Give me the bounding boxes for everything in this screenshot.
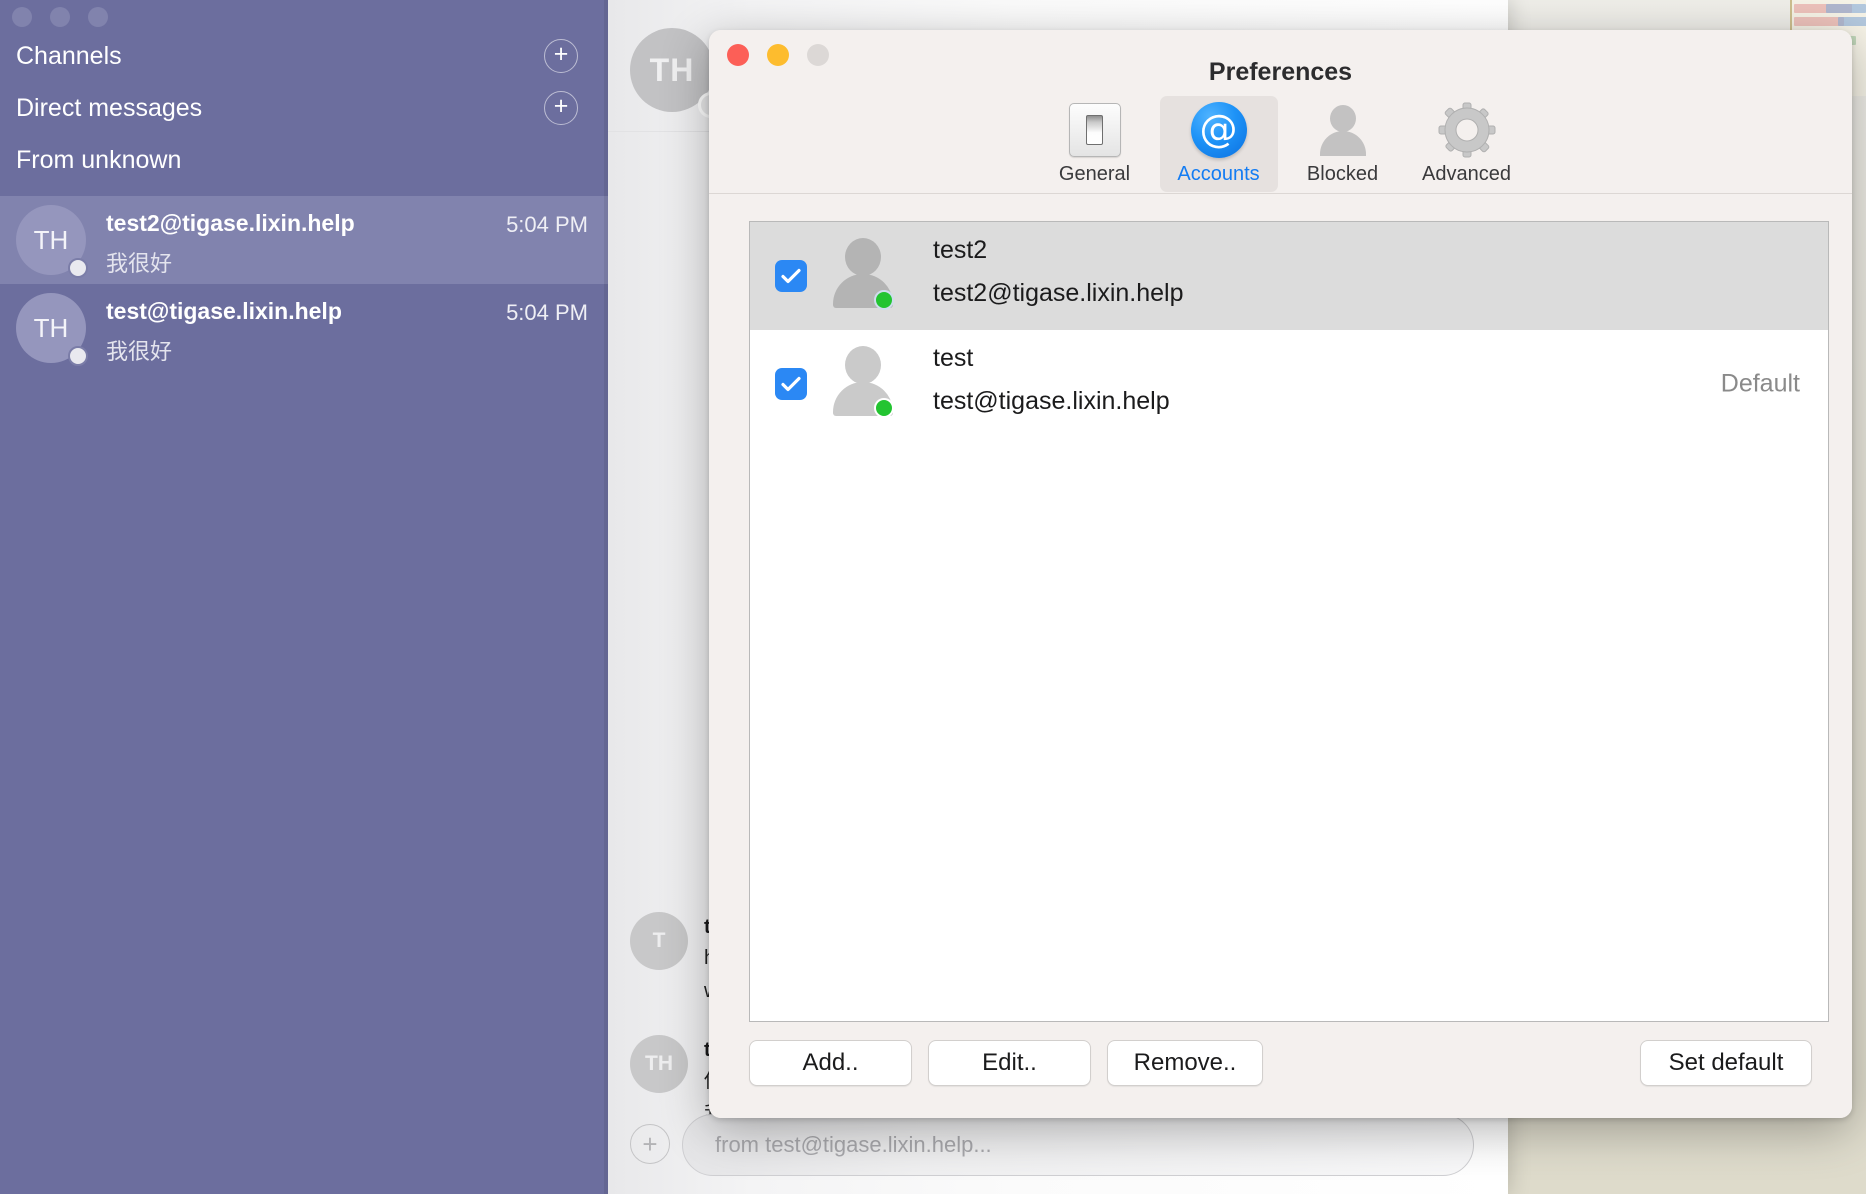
attach-plus-icon[interactable]: + xyxy=(630,1124,670,1164)
conversation-name: test@tigase.lixin.help xyxy=(106,298,342,324)
set-default-button[interactable]: Set default xyxy=(1640,1040,1812,1086)
tab-advanced[interactable]: Advanced xyxy=(1408,96,1526,192)
minimize-button[interactable] xyxy=(50,7,70,27)
tab-general[interactable]: General xyxy=(1036,96,1154,192)
account-jid: test2@tigase.lixin.help xyxy=(933,279,1184,307)
light-switch-icon xyxy=(1068,102,1121,158)
sidebar-section-label: Direct messages xyxy=(16,93,203,122)
add-channel-glyph: + xyxy=(553,40,569,68)
sidebar-section-label: Channels xyxy=(16,41,122,70)
preferences-body: test2 test2@tigase.lixin.help test test@… xyxy=(709,194,1852,1118)
conversation-preview: 我很好 xyxy=(106,339,173,364)
accounts-list[interactable]: test2 test2@tigase.lixin.help test test@… xyxy=(749,221,1829,1022)
preferences-titlebar: Preferences General @ Accounts Blocked A… xyxy=(709,30,1852,194)
account-avatar xyxy=(832,346,894,422)
account-default-badge: Default xyxy=(1720,369,1800,398)
conversation-timestamp: 5:04 PM xyxy=(506,300,588,325)
at-sign-icon: @ xyxy=(1190,102,1247,158)
conversation-item-test2[interactable]: TH test2@tigase.lixin.help 我很好 5:04 PM xyxy=(0,196,608,284)
add-direct-message-icon[interactable]: + xyxy=(544,91,578,125)
conversation-item-test[interactable]: TH test@tigase.lixin.help 我很好 5:04 PM xyxy=(0,284,608,372)
tab-accounts-label: Accounts xyxy=(1177,163,1260,185)
conversation-presence-indicator xyxy=(68,346,88,366)
online-status-indicator xyxy=(874,290,894,310)
conversation-presence-indicator xyxy=(68,258,88,278)
account-jid: test@tigase.lixin.help xyxy=(933,387,1170,415)
preferences-footer: Add.. Edit.. Remove.. Set default xyxy=(709,1022,1852,1118)
sidebar-section-from-unknown[interactable]: From unknown xyxy=(0,134,608,186)
account-row-test[interactable]: test test@tigase.lixin.help Default xyxy=(750,330,1828,438)
online-status-indicator xyxy=(874,398,894,418)
sidebar: Channels + Direct messages + From unknow… xyxy=(0,0,608,1194)
account-enabled-checkbox[interactable] xyxy=(775,260,807,292)
message-avatar-initials: T xyxy=(652,929,666,952)
message-composer: + from test@tigase.lixin.help... xyxy=(608,1114,1508,1176)
message-input[interactable]: from test@tigase.lixin.help... xyxy=(682,1114,1474,1176)
chat-header-avatar-initials: TH xyxy=(649,51,695,88)
account-avatar xyxy=(832,238,894,314)
gear-icon xyxy=(1438,102,1496,158)
sidebar-section-direct-messages[interactable]: Direct messages + xyxy=(0,82,608,134)
tab-general-label: General xyxy=(1058,163,1131,185)
account-enabled-checkbox[interactable] xyxy=(775,368,807,400)
editor-line xyxy=(1826,4,1866,13)
conversation-preview: 我很好 xyxy=(106,251,173,276)
account-row-test2[interactable]: test2 test2@tigase.lixin.help xyxy=(750,222,1828,330)
tab-accounts[interactable]: @ Accounts xyxy=(1159,96,1278,192)
account-name: test xyxy=(933,344,974,372)
remove-account-button[interactable]: Remove.. xyxy=(1107,1040,1263,1086)
conversation-avatar-initials: TH xyxy=(33,224,69,255)
message-avatar-initials: TH xyxy=(645,1052,673,1075)
conversation-timestamp: 5:04 PM xyxy=(506,212,588,237)
add-account-button[interactable]: Add.. xyxy=(749,1040,912,1086)
message-avatar: TH xyxy=(630,1035,688,1093)
page-title: Preferences xyxy=(1208,58,1353,86)
sidebar-section-label: From unknown xyxy=(16,145,182,174)
message-input-placeholder: from test@tigase.lixin.help... xyxy=(715,1132,992,1157)
edit-account-button[interactable]: Edit.. xyxy=(928,1040,1091,1086)
sidebar-section-channels[interactable]: Channels + xyxy=(0,30,608,82)
screen: TH T te h w TH te 你 我很好 xyxy=(0,0,1866,1194)
editor-line xyxy=(1794,17,1844,26)
conversation-name: test2@tigase.lixin.help xyxy=(106,210,355,236)
conversation-avatar-initials: TH xyxy=(33,312,69,343)
person-icon xyxy=(1315,102,1371,158)
add-channel-icon[interactable]: + xyxy=(544,39,578,73)
add-direct-message-glyph: + xyxy=(553,92,569,120)
preferences-toolbar: General @ Accounts Blocked Advanced xyxy=(709,96,1852,192)
tab-advanced-label: Advanced xyxy=(1422,163,1511,185)
sidebar-window-controls xyxy=(12,7,108,27)
preferences-dialog: Preferences General @ Accounts Blocked A… xyxy=(709,30,1852,1118)
account-name: test2 xyxy=(933,236,988,264)
attach-plus-glyph: + xyxy=(642,1129,658,1159)
message-avatar: T xyxy=(630,912,688,970)
tab-blocked[interactable]: Blocked xyxy=(1284,96,1402,192)
editor-line xyxy=(1838,17,1866,26)
tab-blocked-label: Blocked xyxy=(1306,163,1379,185)
zoom-button[interactable] xyxy=(88,7,108,27)
close-button[interactable] xyxy=(12,7,32,27)
